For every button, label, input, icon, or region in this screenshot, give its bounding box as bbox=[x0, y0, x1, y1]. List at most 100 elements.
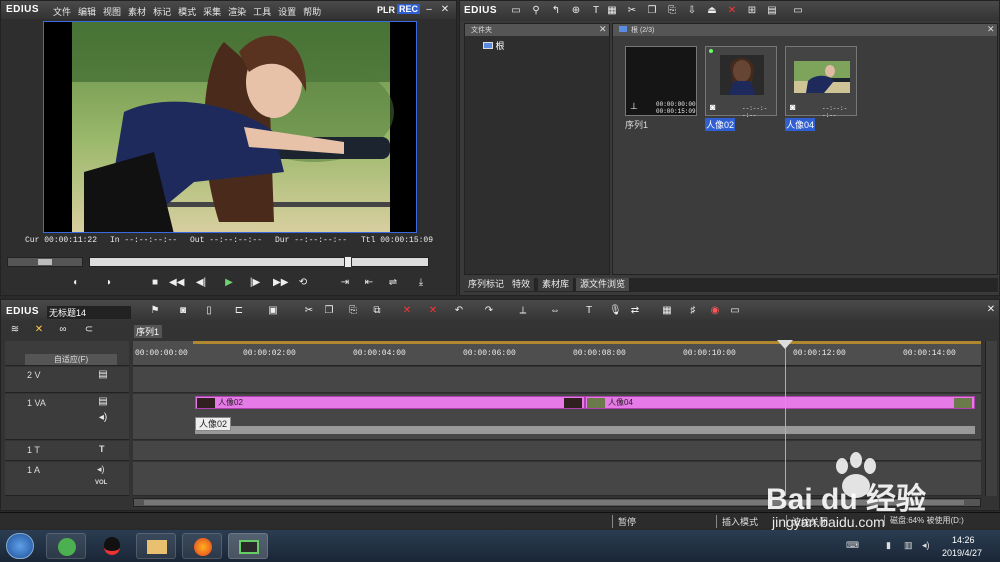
view-mode-icon[interactable]: ▤ bbox=[766, 5, 778, 17]
clip-portrait04[interactable]: 人像04 bbox=[585, 396, 975, 409]
tab-effects[interactable]: 特效 bbox=[508, 278, 536, 291]
plr-button[interactable]: PLR bbox=[377, 5, 395, 15]
menu-file[interactable]: 文件 bbox=[53, 7, 71, 17]
layout-icon[interactable]: ▭ bbox=[729, 305, 741, 317]
microphone-icon[interactable]: 🎙 bbox=[609, 305, 622, 317]
loop-icon[interactable]: ⟲ bbox=[297, 277, 309, 289]
track-2v-icon[interactable]: ▤ bbox=[97, 369, 109, 381]
snap-icon[interactable]: ⟂ bbox=[517, 305, 529, 317]
folder-icon[interactable]: ▭ bbox=[510, 5, 522, 17]
taskbar-firefox-icon[interactable] bbox=[182, 533, 222, 559]
contents-close-icon[interactable]: ✕ bbox=[987, 24, 995, 35]
new-project-icon[interactable]: ▯ bbox=[203, 305, 215, 317]
track-1va-audio-icon[interactable]: ◂) bbox=[97, 412, 109, 424]
menu-tools[interactable]: 工具 bbox=[253, 7, 271, 17]
position-slider[interactable] bbox=[89, 256, 429, 268]
start-button[interactable] bbox=[6, 533, 34, 559]
replace-icon[interactable]: ⧉ bbox=[371, 305, 383, 317]
track-header-1va[interactable]: 1 VA ▤ ◂) bbox=[5, 394, 129, 440]
save-icon[interactable]: ▣ bbox=[267, 305, 279, 317]
cut-icon[interactable]: ✂ bbox=[626, 5, 638, 17]
rewind-icon[interactable]: ◀◀ bbox=[169, 277, 184, 289]
step-forward-icon[interactable]: |▶ bbox=[249, 277, 261, 289]
redo-icon[interactable]: ↷ bbox=[483, 305, 495, 317]
shuttle-slider[interactable] bbox=[7, 257, 83, 267]
taskbar-edius-icon[interactable] bbox=[228, 533, 268, 559]
audio-clip-bar[interactable] bbox=[195, 426, 975, 434]
track-1t-title-icon[interactable]: T bbox=[99, 444, 105, 454]
timeline-close-icon[interactable]: ✕ bbox=[985, 304, 997, 316]
menu-marker[interactable]: 标记 bbox=[153, 7, 171, 17]
rec-button[interactable]: REC bbox=[397, 4, 421, 14]
track-1va-icon[interactable]: ▤ bbox=[97, 396, 109, 408]
add-to-track-icon[interactable]: ⏏ bbox=[706, 5, 718, 17]
menu-render[interactable]: 渲染 bbox=[228, 7, 246, 17]
paste-timeline-icon[interactable]: ⎘ bbox=[347, 305, 359, 317]
title-track-icon[interactable]: T bbox=[583, 305, 595, 317]
split-icon[interactable]: ⇔ bbox=[549, 305, 561, 317]
menu-settings[interactable]: 设置 bbox=[278, 7, 296, 17]
clip-portrait02[interactable]: 人像02 bbox=[195, 396, 585, 409]
taskbar-explorer-icon[interactable] bbox=[136, 533, 176, 559]
menu-mode[interactable]: 模式 bbox=[178, 7, 196, 17]
tray-network-icon[interactable]: ▥ bbox=[904, 540, 913, 551]
cut-timeline-icon[interactable]: ✂ bbox=[303, 305, 315, 317]
copy-icon[interactable]: ❐ bbox=[646, 5, 658, 17]
tab-source-library[interactable]: 素材库 bbox=[538, 278, 575, 291]
delete-clip-icon[interactable]: ✕ bbox=[401, 305, 413, 317]
track-2v[interactable] bbox=[133, 367, 981, 393]
tray-volume-icon[interactable]: ◂) bbox=[922, 540, 930, 551]
time-ruler[interactable]: 00:00:00:00 00:00:02:00 00:00:04:00 00:0… bbox=[133, 341, 981, 366]
folder-close-icon[interactable]: ✕ bbox=[599, 24, 607, 35]
up-folder-icon[interactable]: ↰ bbox=[550, 5, 562, 17]
menu-capture[interactable]: 采集 bbox=[203, 7, 221, 17]
open-project-icon[interactable]: ⊏ bbox=[233, 305, 245, 317]
delete-icon[interactable]: ✕ bbox=[726, 5, 738, 17]
track-header-1a[interactable]: 1 A ◂) VOL bbox=[5, 462, 129, 496]
export-timeline-icon[interactable]: ⇄ bbox=[629, 305, 641, 317]
sync-icon[interactable]: ✕ bbox=[33, 324, 45, 336]
tray-keyboard-icon[interactable]: ⌨ bbox=[846, 540, 859, 551]
bin-extra-icon[interactable]: ▭ bbox=[792, 5, 804, 17]
title-icon[interactable]: T bbox=[590, 5, 602, 17]
track-1a-speaker-icon[interactable]: ◂) bbox=[97, 464, 105, 475]
multicam-icon[interactable]: ▦ bbox=[661, 305, 673, 317]
playhead-cap[interactable] bbox=[777, 340, 793, 349]
properties-icon[interactable]: ⊞ bbox=[746, 5, 758, 17]
bin-clip-portrait04[interactable]: ◙ --:--:--:-- 人像04 bbox=[785, 46, 857, 134]
track-1a-vol[interactable]: VOL bbox=[95, 480, 107, 486]
taskbar-qq-icon[interactable] bbox=[92, 533, 132, 559]
menu-edit[interactable]: 编辑 bbox=[78, 7, 96, 17]
add-clip-icon[interactable]: ⊕ bbox=[570, 5, 582, 17]
tab-sequence-markers[interactable]: 序列标记 bbox=[464, 278, 510, 291]
camera-icon[interactable]: ◙ bbox=[177, 305, 189, 317]
send-to-player-icon[interactable]: ⇩ bbox=[686, 5, 698, 17]
shuttle-handle[interactable] bbox=[38, 259, 52, 265]
mode-select[interactable]: 自适应(F) bbox=[25, 354, 117, 365]
taskbar-360-icon[interactable] bbox=[46, 533, 86, 559]
folder-root-item[interactable]: 根 bbox=[483, 39, 505, 52]
tray-battery-icon[interactable]: ▮ bbox=[886, 540, 891, 551]
link-icon[interactable]: ∞ bbox=[57, 324, 69, 336]
close-icon[interactable]: ✕ bbox=[439, 4, 451, 16]
render-icon[interactable]: ◉ bbox=[709, 305, 721, 317]
group-icon[interactable]: ⊂ bbox=[83, 324, 95, 336]
add-to-timeline-icon[interactable]: ⇌ bbox=[387, 277, 399, 289]
minimize-icon[interactable]: – bbox=[423, 4, 435, 16]
playhead-marker[interactable] bbox=[344, 256, 352, 268]
track-1va[interactable]: 人像02 人像04 人像02 bbox=[133, 394, 981, 440]
menu-view[interactable]: 视图 bbox=[103, 7, 121, 17]
paste-icon[interactable]: ⎘ bbox=[666, 5, 678, 17]
track-mode-icon[interactable]: ≋ bbox=[9, 324, 21, 336]
track-header-1t[interactable]: 1 T T bbox=[5, 441, 129, 461]
tab-source-browser[interactable]: 源文件浏览 bbox=[576, 278, 631, 291]
play-icon[interactable]: ▶ bbox=[223, 277, 235, 289]
taskbar-date[interactable]: 2019/4/27 bbox=[942, 548, 982, 558]
track-header-2v[interactable]: 2 V ▤ bbox=[5, 367, 129, 393]
sequence-tab[interactable]: 序列1 bbox=[134, 325, 162, 338]
stop-icon[interactable]: ■ bbox=[149, 277, 161, 289]
search-icon[interactable]: ⚲ bbox=[530, 5, 542, 17]
color-bar-icon[interactable]: ▦ bbox=[606, 5, 618, 17]
sequence-settings-icon[interactable]: ⚑ bbox=[149, 305, 161, 317]
mixer-icon[interactable]: ♯ bbox=[687, 305, 699, 317]
